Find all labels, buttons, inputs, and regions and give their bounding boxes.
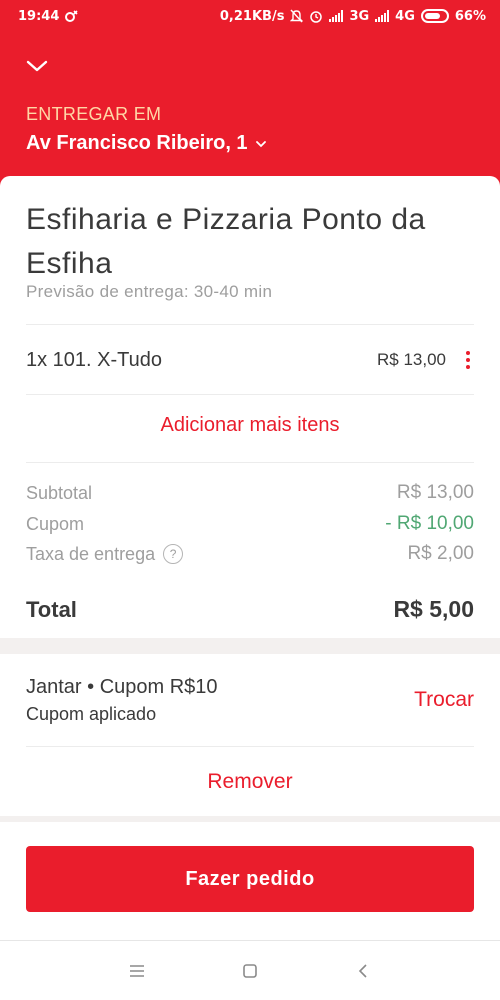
restaurant-name: Esfiharia e Pizzaria Ponto da Esfiha bbox=[26, 203, 426, 280]
divider bbox=[26, 394, 474, 395]
coupon-section: Jantar • Cupom R$10 Cupom aplicado Troca… bbox=[0, 654, 500, 816]
order-card: Esfiharia e Pizzaria Ponto da Esfiha Pre… bbox=[0, 176, 500, 648]
delivery-fee-value: R$ 2,00 bbox=[407, 543, 474, 564]
network-type-2: 4G bbox=[395, 8, 415, 24]
chevron-down-icon[interactable] bbox=[26, 58, 48, 74]
total-value: R$ 5,00 bbox=[393, 596, 474, 622]
subtotal-label: Subtotal bbox=[26, 482, 93, 503]
delivery-fee-label-group: Taxa de entrega ? bbox=[26, 543, 184, 565]
delivery-fee-label: Taxa de entrega bbox=[26, 543, 156, 564]
delivery-eta: Previsão de entrega: 30-40 min bbox=[26, 282, 273, 301]
subtotal-row: Subtotal R$ 13,00 bbox=[26, 482, 474, 504]
status-right: 0,21KB/s 3G 4G 66% bbox=[220, 9, 486, 24]
subtotal-value: R$ 13,00 bbox=[396, 482, 474, 503]
add-more-items-button[interactable]: Adicionar mais itens bbox=[0, 414, 500, 437]
item-options-icon[interactable] bbox=[462, 349, 474, 371]
coupon-label: Cupom bbox=[26, 513, 85, 534]
back-icon[interactable] bbox=[343, 951, 383, 991]
alarm-icon bbox=[310, 11, 323, 23]
total-row: Total R$ 5,00 bbox=[26, 596, 474, 623]
place-order-button[interactable]: Fazer pedido bbox=[26, 846, 474, 912]
divider bbox=[26, 746, 474, 747]
system-nav-bar bbox=[0, 940, 500, 1000]
home-icon[interactable] bbox=[230, 951, 270, 991]
mute-icon bbox=[290, 9, 304, 23]
data-saver-icon bbox=[65, 10, 78, 22]
divider bbox=[26, 324, 474, 325]
network-speed: 0,21KB/s bbox=[219, 8, 285, 24]
signal-icon bbox=[329, 10, 344, 22]
item-right: R$ 13,00 bbox=[377, 349, 474, 371]
swap-coupon-button[interactable]: Trocar bbox=[414, 688, 474, 712]
status-bar: 19:44 0,21KB/s 3G 4G 66% bbox=[0, 0, 500, 32]
remove-coupon-button[interactable]: Remover bbox=[0, 770, 500, 794]
section-separator bbox=[0, 638, 500, 654]
address-selector[interactable]: Av Francisco Ribeiro, 1 bbox=[26, 132, 266, 155]
cart-item[interactable]: 1x 101. X-Tudo R$ 13,00 bbox=[26, 344, 474, 376]
battery-icon bbox=[420, 9, 449, 23]
section-separator bbox=[0, 816, 500, 822]
total-label: Total bbox=[26, 596, 77, 622]
status-left: 19:44 bbox=[18, 9, 79, 24]
coupon-status: Cupom aplicado bbox=[26, 704, 157, 724]
delivery-header: ENTREGAR EM Av Francisco Ribeiro, 1 bbox=[0, 32, 500, 192]
deliver-to-label: ENTREGAR EM bbox=[26, 104, 162, 124]
help-icon[interactable]: ? bbox=[163, 544, 184, 564]
address-text: Av Francisco Ribeiro, 1 bbox=[26, 132, 248, 154]
delivery-fee-row: Taxa de entrega ? R$ 2,00 bbox=[26, 543, 474, 565]
coupon-title: Jantar • Cupom R$10 bbox=[26, 676, 218, 698]
item-price: R$ 13,00 bbox=[377, 350, 446, 369]
coupon-value: - R$ 10,00 bbox=[385, 513, 474, 534]
status-time: 19:44 bbox=[18, 8, 60, 24]
network-type-1: 3G bbox=[349, 8, 370, 24]
address-chevron-icon bbox=[255, 140, 266, 147]
item-name: 1x 101. X-Tudo bbox=[26, 348, 163, 371]
signal-icon-2 bbox=[375, 10, 390, 22]
divider bbox=[26, 462, 474, 463]
coupon-row: Cupom - R$ 10,00 bbox=[26, 513, 474, 535]
battery-level: 66% bbox=[454, 8, 486, 24]
menu-icon[interactable] bbox=[117, 951, 157, 991]
